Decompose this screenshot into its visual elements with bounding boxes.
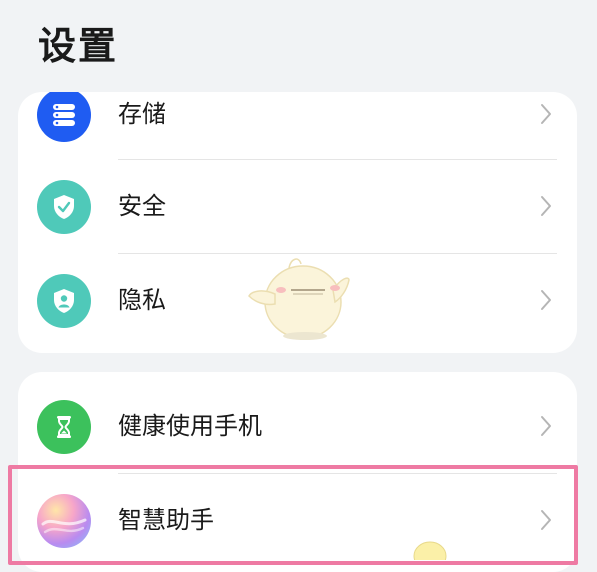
settings-item-label: 安全 xyxy=(118,192,166,220)
chevron-right-icon xyxy=(541,290,551,310)
hourglass-icon xyxy=(37,400,91,454)
settings-item-storage[interactable]: 存储 xyxy=(18,92,577,161)
settings-item-label: 存储 xyxy=(118,100,166,128)
settings-item-healthy-usage[interactable]: 健康使用手机 xyxy=(18,381,577,473)
page-title: 设置 xyxy=(38,24,119,68)
settings-item-security[interactable]: 安全 xyxy=(18,161,577,253)
storage-icon xyxy=(37,92,91,142)
mascot-sticker-small-icon xyxy=(413,541,447,560)
security-shield-icon xyxy=(37,180,91,234)
chevron-right-icon xyxy=(541,416,551,436)
mascot-sticker-icon xyxy=(248,258,350,340)
chevron-right-icon xyxy=(541,104,551,124)
privacy-shield-icon xyxy=(37,274,91,328)
chevron-right-icon xyxy=(541,196,551,216)
highlight-box xyxy=(8,465,578,565)
settings-item-label: 健康使用手机 xyxy=(118,412,262,440)
settings-item-label: 隐私 xyxy=(118,286,166,314)
divider xyxy=(118,159,557,160)
